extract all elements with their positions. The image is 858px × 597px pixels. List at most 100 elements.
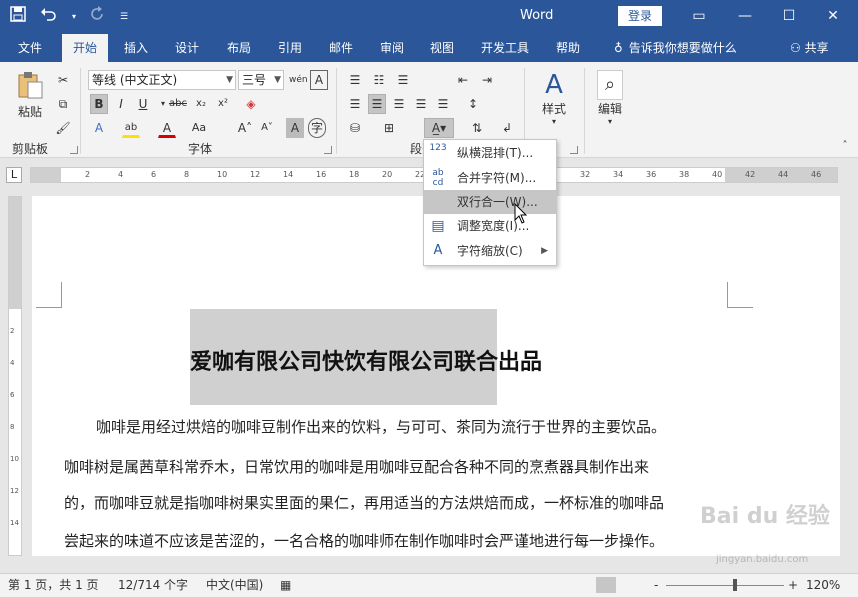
align-left-icon[interactable]: ☰ (346, 94, 364, 114)
tell-me-label: 告诉我你想要做什么 (628, 41, 737, 55)
clear-formatting-icon[interactable]: ◈ (242, 94, 260, 114)
zoom-out-button[interactable]: - (654, 574, 658, 596)
zoom-in-button[interactable]: + (788, 574, 798, 596)
highlight-color-icon[interactable]: ab (122, 118, 140, 138)
align-right-icon[interactable]: ☰ (390, 94, 408, 114)
tell-me-search[interactable]: ♁ 告诉我你想要做什么 (614, 34, 737, 62)
language-indicator[interactable]: 中文(中国) (206, 574, 263, 596)
cut-icon[interactable]: ✂ (54, 70, 72, 90)
numbering-icon[interactable]: ☷ (370, 70, 388, 90)
change-case-icon[interactable]: Aa (190, 118, 208, 138)
web-layout-icon[interactable] (630, 577, 650, 593)
character-shading-icon[interactable]: A (286, 118, 304, 138)
share-button[interactable]: ⚇ 共享 (790, 34, 829, 62)
font-size-select[interactable]: 三号 ▼ (238, 70, 284, 90)
chevron-down-icon[interactable]: ▾ (72, 7, 76, 27)
bold-button[interactable]: B (90, 94, 108, 114)
menu-item-two-lines-in-one[interactable]: 双行合一(W)... (424, 190, 556, 214)
subscript-button[interactable]: x₂ (192, 94, 210, 114)
tab-references[interactable]: 引用 (268, 34, 312, 62)
tab-layout[interactable]: 布局 (216, 34, 262, 62)
login-button[interactable]: 登录 (618, 6, 662, 26)
tab-design[interactable]: 设计 (164, 34, 210, 62)
minimize-icon[interactable]: — (730, 5, 760, 27)
line-spacing-icon[interactable]: ↕ (464, 94, 482, 114)
print-layout-icon[interactable] (596, 577, 616, 593)
read-mode-icon[interactable] (564, 577, 584, 593)
crop-mark-top-right (727, 282, 753, 308)
tab-help[interactable]: 帮助 (546, 34, 590, 62)
document-title[interactable]: 爱咖有限公司快饮有限公司联合出品 (190, 344, 542, 376)
paragraph-line[interactable]: 咖啡树是属茜草科常乔木，日常饮用的咖啡是用咖啡豆配合各种不同的烹煮器具制作出来 (64, 456, 649, 477)
sort-icon[interactable]: ⇅ (468, 118, 486, 138)
menu-item-adjust-width[interactable]: ▤ 调整宽度(I)... (424, 214, 556, 238)
undo-icon[interactable] (40, 6, 58, 27)
tab-developer[interactable]: 开发工具 (470, 34, 540, 62)
align-center-icon[interactable]: ☰ (368, 94, 386, 114)
ruler-tick: 18 (349, 170, 360, 179)
tab-insert[interactable]: 插入 (114, 34, 158, 62)
bullets-icon[interactable]: ☰ (346, 70, 364, 90)
styles-button[interactable]: A 样式 ▾ (534, 70, 574, 134)
format-painter-icon[interactable]: 🖌 (54, 118, 72, 138)
menu-item-character-scaling[interactable]: A 字符缩放(C) ▶ (424, 239, 556, 263)
paragraph-line[interactable]: 尝起来的味道不应该是苦涩的，一名合格的咖啡师在制作咖啡时会严谨地进行每一步操作。 (64, 530, 664, 551)
tab-mailings[interactable]: 邮件 (318, 34, 364, 62)
borders-icon[interactable]: ⊞ (380, 118, 398, 138)
shrink-font-icon[interactable]: A˅ (258, 118, 276, 138)
shading-icon[interactable]: ⛁ (346, 118, 364, 138)
zoom-slider-track[interactable] (666, 585, 784, 586)
underline-button[interactable]: U (134, 94, 152, 114)
paragraph-line[interactable]: 咖啡是用经过烘焙的咖啡豆制作出来的饮料，与可可、茶同为流行于世界的主要饮品。 (96, 416, 666, 437)
enclose-characters-icon[interactable]: 字 (308, 118, 326, 138)
tab-file[interactable]: 文件 (8, 34, 52, 62)
collapse-ribbon-icon[interactable]: ˄ (836, 136, 854, 156)
phonetic-guide-icon[interactable]: wén (288, 70, 309, 90)
asian-layout-icon[interactable]: A̲▾ (424, 118, 454, 138)
justify-icon[interactable]: ☰ (412, 94, 430, 114)
increase-indent-icon[interactable]: ⇥ (478, 70, 496, 90)
paragraph-launcher-icon[interactable] (570, 146, 578, 154)
vertical-ruler[interactable]: 2 4 6 8 10 12 14 (8, 196, 22, 556)
menu-item-combine-characters[interactable]: ab cd 合并字符(M)... (424, 166, 556, 190)
show-hide-marks-icon[interactable]: ↲ (498, 118, 516, 138)
grow-font-icon[interactable]: A˄ (236, 118, 254, 138)
tab-home[interactable]: 开始 (62, 34, 108, 62)
distributed-icon[interactable]: ☰ (434, 94, 452, 114)
font-launcher-icon[interactable] (324, 146, 332, 154)
page-count[interactable]: 第 1 页，共 1 页 (8, 574, 99, 596)
font-color-icon[interactable]: A (158, 118, 176, 138)
redo-icon[interactable] (90, 6, 106, 27)
copy-icon[interactable]: ⧉ (54, 94, 72, 114)
clipboard-launcher-icon[interactable] (70, 146, 78, 154)
save-icon[interactable] (10, 6, 26, 27)
font-name-select[interactable]: 等线 (中文正文) ▼ (88, 70, 236, 90)
paragraph-line[interactable]: 的，而咖啡豆就是指咖啡树果实里面的果仁，再用适当的方法烘焙而成，一杯标准的咖啡品 (64, 492, 664, 513)
superscript-button[interactable]: x² (214, 94, 232, 114)
menu-item-vertical-in-horizontal[interactable]: 123 纵横混排(T)... (424, 141, 556, 165)
multilevel-list-icon[interactable]: ☰ (394, 70, 412, 90)
word-count[interactable]: 12/714 个字 (118, 574, 188, 596)
ruler-tick: 42 (745, 170, 756, 179)
close-icon[interactable]: ✕ (818, 5, 848, 27)
editing-button[interactable]: ⌕ 编辑 ▾ (592, 70, 628, 134)
menu-item-label: 合并字符(M)... (457, 171, 537, 185)
zoom-slider-thumb[interactable] (733, 579, 737, 591)
tab-view[interactable]: 视图 (420, 34, 464, 62)
text-effects-icon[interactable]: A (90, 118, 108, 138)
paste-button[interactable]: 粘贴 (10, 70, 50, 130)
maximize-icon[interactable]: ☐ (774, 5, 804, 27)
tab-review[interactable]: 审阅 (370, 34, 414, 62)
character-border-icon[interactable]: A (310, 70, 328, 90)
macro-record-icon[interactable]: ▦ (280, 574, 291, 596)
decrease-indent-icon[interactable]: ⇤ (454, 70, 472, 90)
vertical-ruler-tick: 14 (10, 519, 19, 527)
italic-button[interactable]: I (112, 94, 130, 114)
vertical-ruler-tick: 10 (10, 455, 19, 463)
tab-selector[interactable]: L (6, 167, 22, 183)
ribbon-display-options-icon[interactable]: ▭ (684, 5, 714, 27)
font-name-value: 等线 (中文正文) (92, 73, 178, 87)
zoom-level[interactable]: 120% (806, 574, 840, 596)
strikethrough-button[interactable]: abc (168, 94, 188, 114)
customize-qat-icon[interactable]: ☰ (120, 7, 128, 27)
